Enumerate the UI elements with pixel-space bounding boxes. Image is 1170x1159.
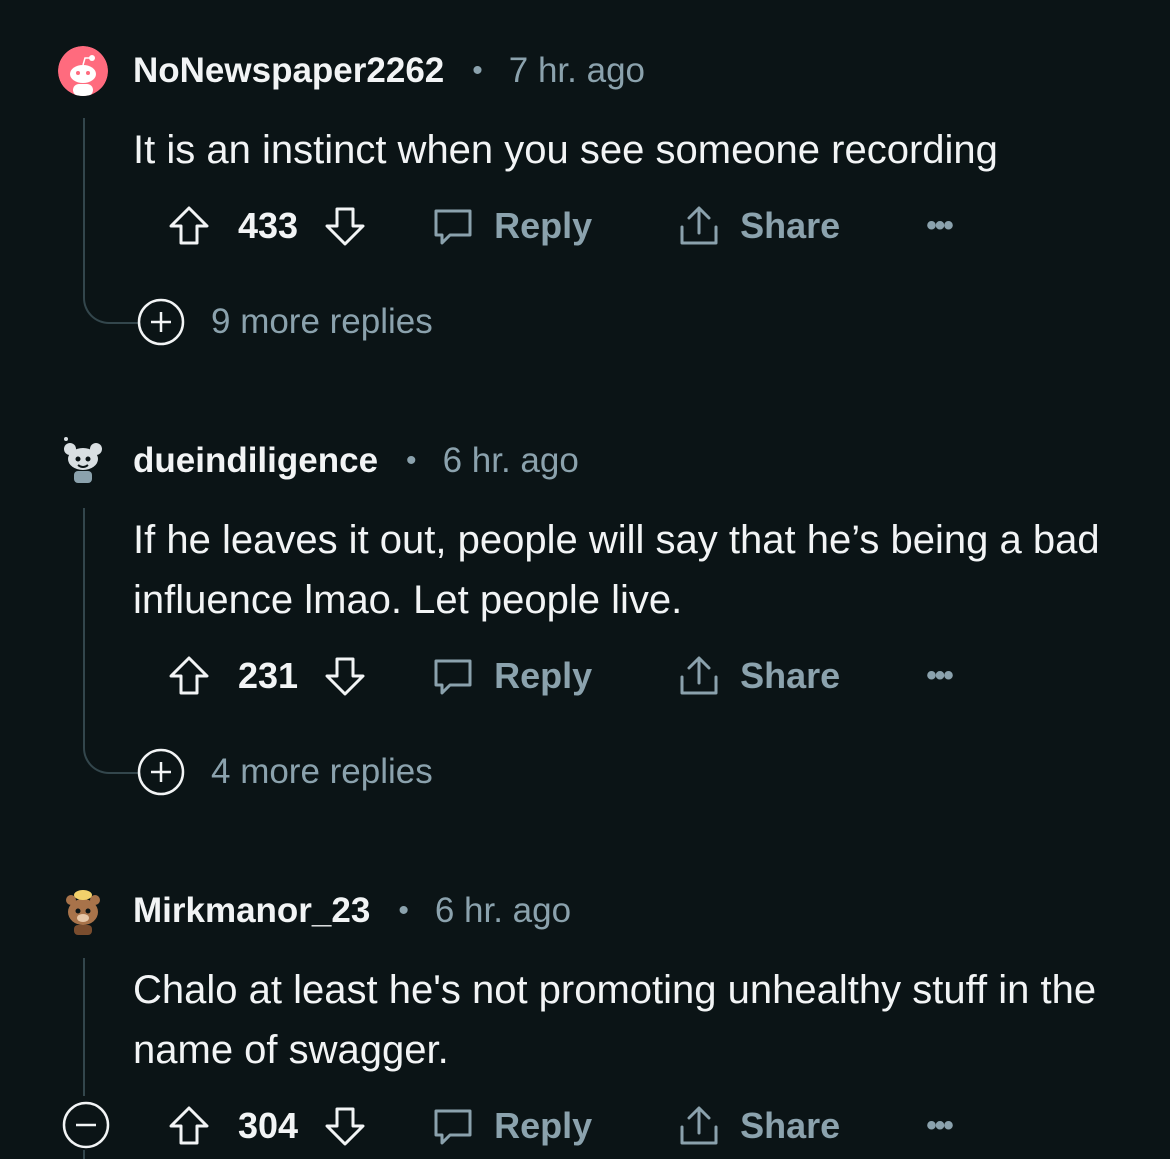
reply-label: Reply [494,1105,593,1146]
comment-bubble-icon [434,209,472,245]
more-replies-label: 9 more replies [211,302,433,341]
thread-connector [83,744,138,774]
username[interactable]: dueindiligence [133,441,378,481]
timestamp: 6 hr. ago [442,441,579,480]
share-label: Share [740,205,841,246]
reply-button[interactable]: Reply [430,203,592,249]
share-label: Share [740,1105,841,1146]
downvote-icon[interactable] [322,653,368,699]
expand-plus-icon [137,748,185,796]
reply-label: Reply [494,655,593,696]
username[interactable]: Mirkmanor_23 [133,891,370,931]
downvote-icon[interactable] [322,1103,368,1149]
vote-score: 433 [238,205,299,246]
reply-button[interactable]: Reply [430,1103,592,1149]
downvote-icon[interactable] [322,203,368,249]
snoo-avatar-icon [58,435,108,485]
collapse-minus-icon[interactable] [62,1101,110,1149]
upvote-icon[interactable] [166,653,212,699]
share-button[interactable]: Share [676,203,840,249]
thread-line[interactable] [83,508,85,746]
separator-dot: • [398,894,409,927]
reply-label: Reply [494,205,593,246]
comment-actions: 231 Reply Share ••• [166,651,954,701]
thread-line[interactable] [83,118,85,296]
vote-score: 304 [238,1105,299,1146]
expand-plus-icon [137,298,185,346]
more-options-icon[interactable]: ••• [926,659,953,693]
comment-bubble-icon [434,1109,472,1145]
timestamp: 7 hr. ago [508,51,646,90]
more-replies-button[interactable]: 4 more replies [137,747,433,797]
comment-body: It is an instinct when you see someone r… [133,128,998,172]
snoo-avatar-icon [58,885,108,935]
share-icon [680,206,718,245]
vote-score: 231 [238,655,299,696]
upvote-icon[interactable] [166,1103,212,1149]
share-icon [680,656,718,695]
more-options-icon[interactable]: ••• [926,209,953,243]
comment-actions: 433 Reply Share ••• [166,201,954,251]
upvote-icon[interactable] [166,203,212,249]
comment-actions: 304 Reply Share ••• [166,1101,954,1151]
comment-body: Chalo at least he's not promoting unheal… [133,968,1097,1072]
more-replies-label: 4 more replies [211,752,433,791]
separator-dot: • [406,444,417,477]
share-icon [680,1106,718,1145]
separator-dot: • [472,54,483,87]
user-avatar[interactable] [58,435,108,485]
share-button[interactable]: Share [676,1103,840,1149]
comment-bubble-icon [434,659,472,695]
snoo-avatar-icon [58,46,108,96]
comment-body: If he leaves it out, people will say tha… [133,518,1100,622]
share-button[interactable]: Share [676,653,840,699]
username[interactable]: NoNewspaper2262 [133,51,444,91]
more-replies-button[interactable]: 9 more replies [137,297,433,347]
thread-connector [83,294,138,324]
thread-line-continuation [83,1150,85,1159]
reply-button[interactable]: Reply [430,653,592,699]
user-avatar[interactable] [58,885,108,935]
user-avatar[interactable] [58,46,108,96]
more-options-icon[interactable]: ••• [926,1109,953,1143]
timestamp: 6 hr. ago [434,891,572,930]
thread-line[interactable] [83,958,85,1096]
share-label: Share [740,655,841,696]
